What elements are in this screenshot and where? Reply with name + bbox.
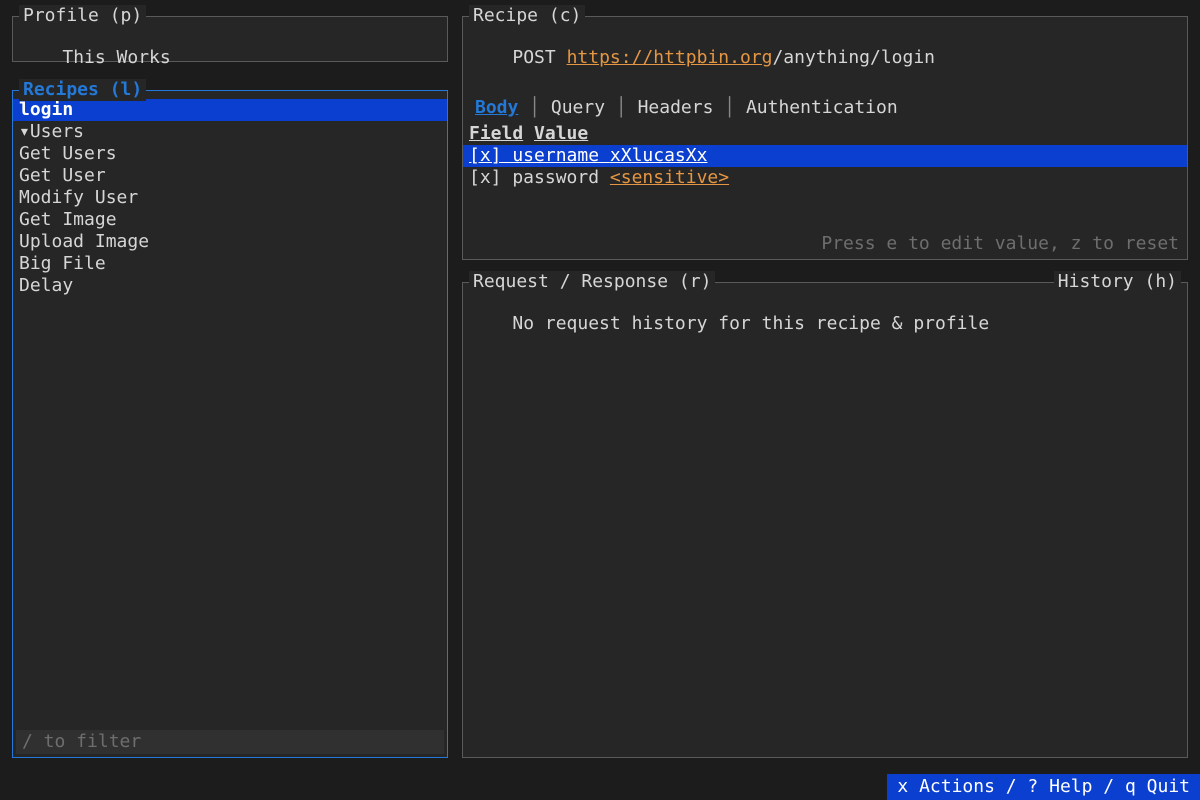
reqres-pane-title: Request / Response (r): [469, 271, 715, 293]
recipes-item-get-user[interactable]: Get User: [13, 165, 447, 187]
recipes-item-big-file[interactable]: Big File: [13, 253, 447, 275]
body-table-header: Field Value: [463, 123, 1187, 145]
history-pane-title: History (h): [1054, 271, 1181, 293]
recipes-item-users[interactable]: ▾Users: [13, 121, 447, 143]
profile-pane-title: Profile (p): [19, 5, 146, 27]
footer-shortcuts: x Actions / ? Help / q Quit: [887, 774, 1200, 800]
recipe-tabs[interactable]: Body │ Query │ Headers │ Authentication: [463, 95, 1187, 123]
body-row-username[interactable]: [x] username xXlucasXx: [463, 145, 1187, 167]
recipe-pane-title: Recipe (c): [469, 5, 585, 27]
recipes-item-delay[interactable]: Delay: [13, 275, 447, 297]
recipes-item-upload-image[interactable]: Upload Image: [13, 231, 447, 253]
recipe-url-path: /anything/login: [772, 47, 935, 68]
recipes-filter-input[interactable]: / to filter: [16, 730, 444, 754]
recipes-item-login[interactable]: login: [13, 99, 447, 121]
recipes-item-get-users[interactable]: Get Users: [13, 143, 447, 165]
recipe-method: POST: [512, 47, 555, 68]
recipe-hint: Press e to edit value, z to reset: [821, 233, 1179, 255]
recipes-item-modify-user[interactable]: Modify User: [13, 187, 447, 209]
tab-headers[interactable]: Headers: [638, 97, 714, 118]
profile-value[interactable]: This Works: [62, 47, 170, 68]
tab-authentication[interactable]: Authentication: [746, 97, 898, 118]
recipe-url-host[interactable]: https://httpbin.org: [567, 47, 773, 68]
reqres-empty-text: No request history for this recipe & pro…: [512, 313, 989, 334]
tab-body[interactable]: Body: [475, 97, 518, 118]
tab-query[interactable]: Query: [551, 97, 605, 118]
recipes-pane-title: Recipes (l): [19, 79, 146, 101]
body-row-password[interactable]: [x] password <sensitive>: [463, 167, 1187, 189]
recipes-item-get-image[interactable]: Get Image: [13, 209, 447, 231]
